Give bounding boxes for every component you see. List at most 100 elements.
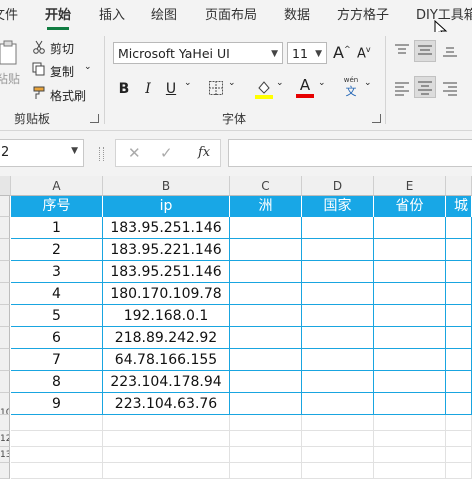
row-header[interactable]: 10 — [0, 393, 10, 415]
empty-cell[interactable] — [230, 431, 302, 447]
column-header-c[interactable]: C — [230, 176, 302, 196]
chevron-down-icon[interactable]: ⌄ — [228, 78, 236, 88]
table-cell[interactable] — [230, 371, 302, 393]
ip-cell[interactable]: 218.89.242.92 — [103, 327, 230, 349]
header-cell[interactable]: 城 — [446, 196, 472, 217]
row-header[interactable] — [0, 305, 10, 327]
worksheet-grid[interactable]: A B C D E 序号 ip 洲国家 省份城 1 183.95.251.146 2 183.… — [0, 176, 472, 480]
grow-font-button[interactable]: A^ — [333, 43, 351, 62]
empty-cell[interactable] — [103, 463, 230, 479]
column-header-e[interactable]: E — [374, 176, 446, 196]
table-cell[interactable] — [374, 371, 446, 393]
table-cell[interactable] — [374, 283, 446, 305]
formula-input[interactable] — [228, 139, 472, 167]
chevron-down-icon[interactable]: ⌄ — [318, 78, 326, 88]
bold-button[interactable]: B — [116, 78, 132, 100]
cancel-icon[interactable]: ✕ — [128, 144, 141, 162]
chevron-down-icon[interactable]: ⌄ — [276, 78, 284, 88]
table-cell[interactable] — [374, 305, 446, 327]
enter-icon[interactable]: ✓ — [160, 144, 173, 162]
table-cell[interactable] — [302, 239, 374, 261]
empty-cell[interactable] — [11, 447, 103, 463]
index-cell[interactable]: 9 — [11, 393, 103, 415]
insert-function-button[interactable]: fx — [198, 145, 210, 160]
borders-icon[interactable] — [208, 80, 224, 96]
tab-page-layout[interactable]: 页面布局 — [205, 0, 257, 32]
empty-cell[interactable] — [302, 431, 374, 447]
table-cell[interactable] — [374, 261, 446, 283]
column-header-d[interactable]: D — [302, 176, 374, 196]
chevron-down-icon[interactable]: ⌄ — [364, 78, 372, 88]
ip-cell[interactable]: 192.168.0.1 — [103, 305, 230, 327]
table-cell[interactable] — [230, 327, 302, 349]
header-cell[interactable]: 省份 — [374, 196, 446, 217]
table-cell[interactable] — [302, 327, 374, 349]
table-cell[interactable] — [302, 305, 374, 327]
index-cell[interactable]: 3 — [11, 261, 103, 283]
table-cell[interactable] — [446, 239, 472, 261]
table-cell[interactable] — [302, 283, 374, 305]
row-header[interactable]: 13 — [0, 447, 10, 463]
ip-cell[interactable]: 183.95.251.146 — [103, 261, 230, 283]
empty-cell[interactable] — [103, 447, 230, 463]
row-header[interactable]: 12 — [0, 431, 10, 447]
paste-button[interactable]: 粘贴 — [0, 70, 20, 87]
table-cell[interactable] — [230, 261, 302, 283]
align-bottom-icon[interactable] — [442, 44, 458, 58]
table-cell[interactable] — [230, 393, 302, 415]
empty-cell[interactable] — [302, 463, 374, 479]
table-cell[interactable] — [374, 239, 446, 261]
table-cell[interactable] — [302, 393, 374, 415]
ip-cell[interactable]: 180.170.109.78 — [103, 283, 230, 305]
empty-cell[interactable] — [374, 447, 446, 463]
column-header-a[interactable]: A — [11, 176, 103, 196]
table-cell[interactable] — [446, 305, 472, 327]
header-cell[interactable]: 洲 — [230, 196, 302, 217]
empty-cell[interactable] — [374, 415, 446, 431]
table-cell[interactable] — [446, 261, 472, 283]
table-cell[interactable] — [302, 349, 374, 371]
table-cell[interactable] — [230, 239, 302, 261]
font-color-button[interactable]: A — [296, 76, 314, 100]
shrink-font-button[interactable]: Av — [357, 45, 371, 61]
underline-button[interactable]: U — [163, 78, 179, 100]
table-cell[interactable] — [446, 393, 472, 415]
name-box[interactable]: 2 ▼ — [0, 139, 84, 167]
empty-cell[interactable] — [446, 463, 472, 479]
row-header[interactable] — [0, 217, 10, 239]
tab-home[interactable]: 开始 — [45, 0, 71, 32]
index-cell[interactable]: 5 — [11, 305, 103, 327]
header-cell[interactable]: 国家 — [302, 196, 374, 217]
align-center-button[interactable] — [414, 76, 436, 98]
empty-cell[interactable] — [11, 415, 103, 431]
row-header[interactable] — [0, 261, 10, 283]
row-header[interactable] — [0, 239, 10, 261]
table-cell[interactable] — [230, 305, 302, 327]
row-header[interactable] — [0, 349, 10, 371]
empty-cell[interactable] — [11, 431, 103, 447]
empty-cell[interactable] — [446, 447, 472, 463]
phonetic-guide-button[interactable]: wén 文 — [340, 76, 362, 100]
empty-cell[interactable] — [302, 447, 374, 463]
table-cell[interactable] — [446, 371, 472, 393]
empty-cell[interactable] — [230, 415, 302, 431]
resize-handle[interactable] — [99, 147, 104, 161]
row-header[interactable] — [0, 327, 10, 349]
header-cell[interactable]: 序号 — [11, 196, 103, 217]
font-launcher-icon[interactable] — [372, 114, 381, 123]
row-header[interactable] — [0, 463, 10, 479]
index-cell[interactable]: 7 — [11, 349, 103, 371]
italic-button[interactable]: I — [140, 78, 156, 100]
ip-cell[interactable]: 183.95.221.146 — [103, 239, 230, 261]
table-cell[interactable] — [374, 327, 446, 349]
empty-cell[interactable] — [374, 431, 446, 447]
ip-cell[interactable]: 223.104.63.76 — [103, 393, 230, 415]
empty-cell[interactable] — [11, 463, 103, 479]
tab-insert[interactable]: 插入 — [99, 0, 125, 32]
index-cell[interactable]: 1 — [11, 217, 103, 239]
fill-color-icon[interactable] — [255, 78, 273, 100]
empty-cell[interactable] — [446, 415, 472, 431]
table-cell[interactable] — [302, 217, 374, 239]
copy-button[interactable]: 复制 — [50, 63, 74, 80]
row-header[interactable] — [0, 415, 10, 431]
